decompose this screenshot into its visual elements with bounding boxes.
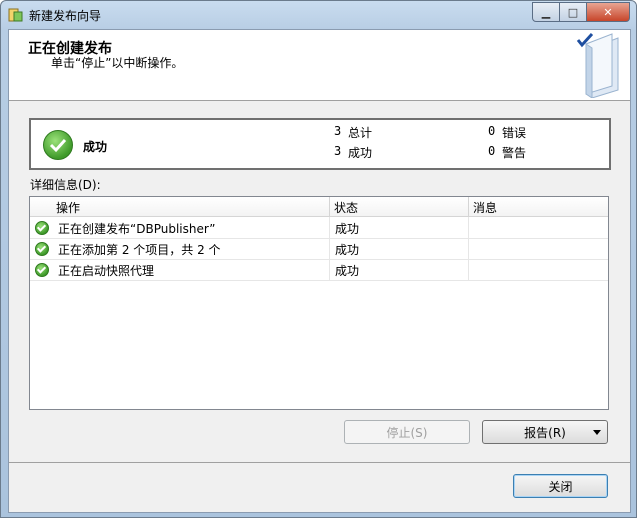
table-row[interactable]: 正在创建发布“DBPublisher” 成功	[30, 217, 608, 239]
close-button[interactable]: 关闭	[513, 474, 608, 498]
details-grid[interactable]: 操作 状态 消息 正在创建发布“DBPublisher” 成功 正在添加第 2 …	[29, 196, 609, 410]
table-row[interactable]: 正在启动快照代理 成功	[30, 259, 608, 281]
report-button-label: 报告(R)	[524, 426, 566, 440]
cell-divider	[329, 238, 330, 259]
row-status: 成功	[335, 222, 360, 236]
column-divider[interactable]	[468, 197, 469, 216]
chevron-down-icon	[593, 430, 601, 435]
minimize-icon: ▁	[541, 5, 551, 19]
success-label: 成功	[348, 146, 373, 160]
book-check-icon	[576, 32, 619, 98]
warning-label: 警告	[502, 146, 527, 160]
wizard-icon	[8, 8, 23, 22]
details-label: 详细信息(D):	[30, 178, 101, 192]
success-check-icon	[43, 130, 73, 160]
minimize-button[interactable]: ▁	[532, 2, 560, 22]
success-check-icon	[35, 242, 49, 256]
close-window-button[interactable]: ✕	[587, 2, 630, 22]
close-icon: ✕	[603, 5, 613, 19]
row-status: 成功	[335, 264, 360, 278]
wizard-window: 新建发布向导 ▁ □ ✕ 正在创建发布 单击“停止”以中断操作。 成功 3 总计	[0, 0, 637, 518]
grid-header: 操作 状态 消息	[30, 197, 608, 217]
maximize-button[interactable]: □	[560, 2, 587, 22]
footer-divider	[9, 462, 630, 463]
row-action: 正在添加第 2 个项目，共 2 个	[58, 243, 221, 257]
success-check-icon	[35, 263, 49, 277]
column-message[interactable]: 消息	[473, 199, 497, 216]
row-action: 正在启动快照代理	[58, 264, 155, 278]
error-label: 错误	[502, 126, 527, 140]
total-label: 总计	[348, 126, 373, 140]
cell-divider	[329, 217, 330, 238]
report-button[interactable]: 报告(R)	[482, 420, 608, 444]
error-count: 0	[488, 124, 496, 138]
window-title: 新建发布向导	[29, 9, 102, 23]
cell-divider	[468, 238, 469, 259]
row-status: 成功	[335, 243, 360, 257]
success-check-icon	[35, 221, 49, 235]
success-count: 3	[334, 144, 342, 158]
total-count: 3	[334, 124, 342, 138]
column-action[interactable]: 操作	[56, 199, 80, 216]
wizard-client-area: 正在创建发布 单击“停止”以中断操作。 成功 3 总计 3 成功 0 错误 0 …	[8, 29, 631, 513]
maximize-icon: □	[567, 5, 579, 19]
row-action: 正在创建发布“DBPublisher”	[58, 222, 216, 236]
status-summary: 成功 3 总计 3 成功 0 错误 0 警告	[29, 118, 611, 170]
caption-buttons: ▁ □ ✕	[532, 2, 630, 22]
title-bar[interactable]: 新建发布向导 ▁ □ ✕	[1, 1, 636, 29]
status-label: 成功	[83, 140, 108, 154]
wizard-header: 正在创建发布 单击“停止”以中断操作。	[9, 30, 630, 101]
column-divider[interactable]	[329, 197, 330, 216]
cell-divider	[468, 217, 469, 238]
cell-divider	[468, 259, 469, 280]
table-row[interactable]: 正在添加第 2 个项目，共 2 个 成功	[30, 238, 608, 260]
warning-count: 0	[488, 144, 496, 158]
stop-button[interactable]: 停止(S)	[344, 420, 470, 444]
cell-divider	[329, 259, 330, 280]
page-subtitle: 单击“停止”以中断操作。	[51, 56, 184, 70]
column-status[interactable]: 状态	[334, 199, 358, 216]
